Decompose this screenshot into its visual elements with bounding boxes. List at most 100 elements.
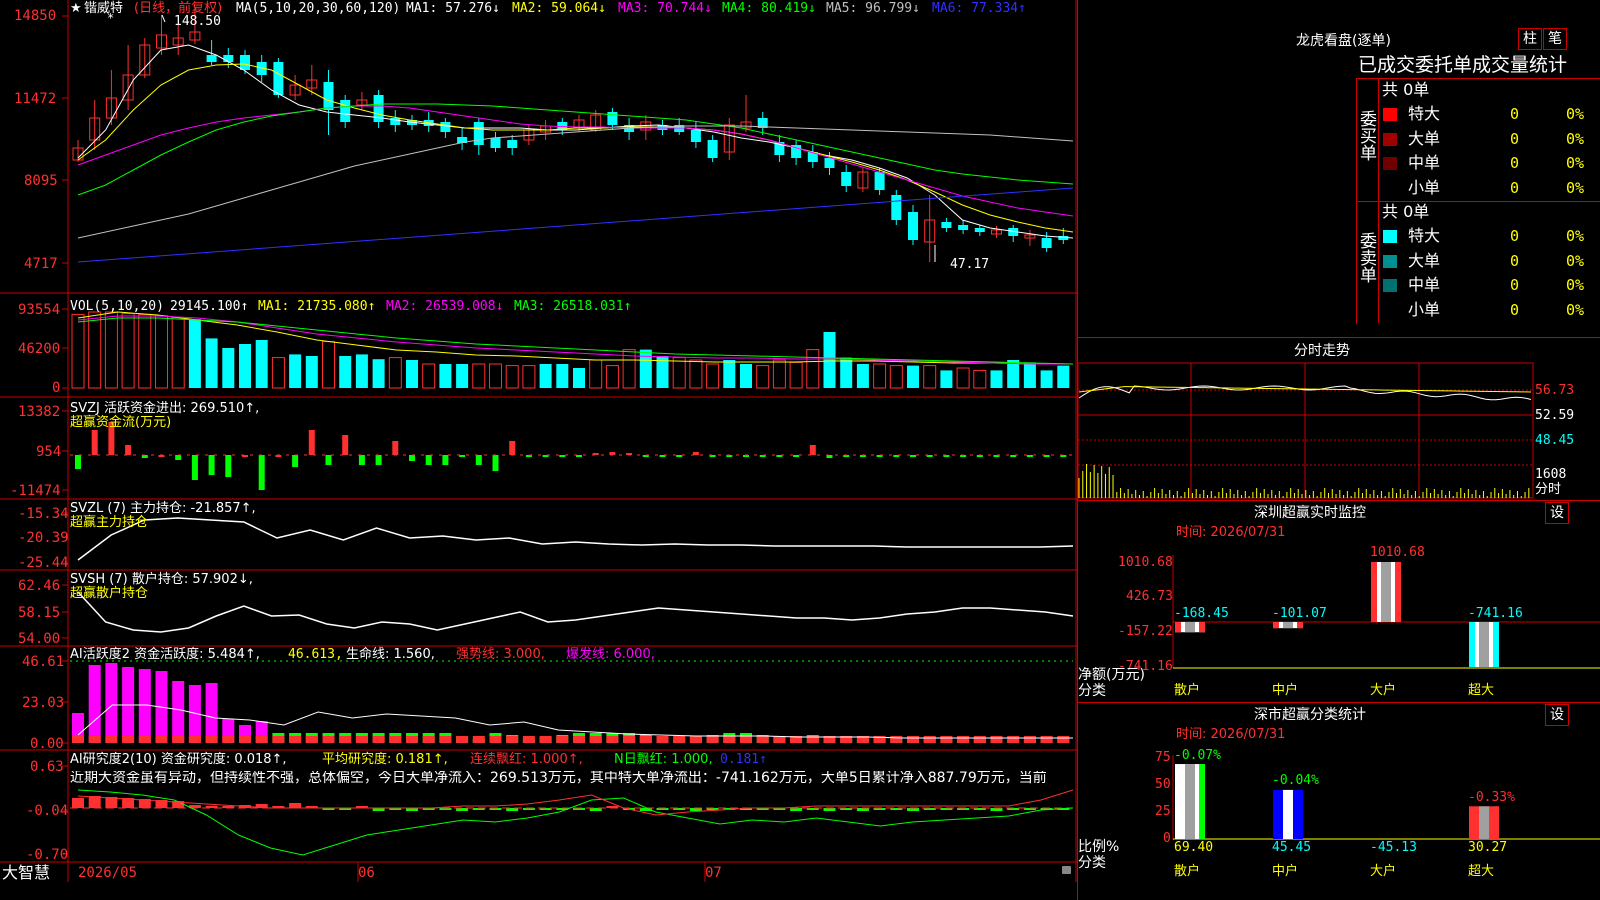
volume-bar (372, 359, 385, 388)
class-value-label: 45.45 (1272, 840, 1312, 855)
activity-bar (138, 669, 151, 743)
volume-bar (205, 338, 218, 388)
class-ylabel: 比例% (1078, 839, 1120, 855)
ma4-label: MA4: 80.419↓ (722, 1, 816, 16)
candle-body (707, 140, 718, 158)
ai1-y-tick: 0.00 (30, 736, 64, 752)
main-y-tick: 8095 (24, 173, 58, 189)
right-panel: 龙虎看盘(逐单) 柱 笔 已成交委托单成交量统计 委买单 委卖单 共 0单 特大… (1077, 0, 1600, 900)
monitor-ylabel: 净额(万元) (1078, 667, 1145, 683)
vol-y-tick: 46200 (18, 341, 61, 357)
kline-chart-svg[interactable]: * (0, 0, 1077, 882)
activity-base-bar (289, 736, 302, 743)
activity-base-bar (322, 736, 335, 743)
activity-base-bar (556, 736, 569, 743)
sell-row-name: 大单 (1408, 250, 1441, 270)
ai2-avg: 平均研究度: 0.181↑, (322, 752, 448, 767)
volume-bar (706, 363, 720, 389)
class-y-tick: 50 (1155, 777, 1171, 792)
volume-bar (138, 313, 152, 389)
activity-base-bar (138, 736, 151, 743)
class-header-line (1078, 702, 1600, 703)
monitor-settings-button[interactable]: 设 (1545, 502, 1569, 524)
candle-body (490, 138, 501, 148)
fund-flow-bar (492, 455, 499, 471)
volume-bar (239, 344, 251, 388)
ai1-title: AI活跃度2 资金活跃度: 5.484↑, (70, 647, 260, 662)
fund-flow-bar (191, 455, 198, 480)
volume-bar (271, 357, 285, 389)
research-red-line (77, 789, 1074, 816)
volume-bar (789, 361, 803, 389)
activity-base-bar (389, 736, 402, 743)
vol-value: 29145.100↑ (170, 299, 249, 314)
volume-bar (840, 357, 853, 388)
candle-body (941, 222, 952, 228)
ai2-extra: 0.181↑ (720, 752, 767, 767)
activity-base-bar (539, 736, 552, 743)
sell-row-value: 0 (1510, 227, 1520, 245)
activity-base-bar (205, 736, 218, 743)
pen-view-button[interactable]: 笔 (1543, 28, 1567, 50)
activity-base-bar (907, 736, 919, 743)
activity-base-bar (272, 736, 285, 743)
volume-bar (723, 360, 736, 388)
research-green-line (77, 789, 1074, 856)
class-category-label: 散户 (1174, 864, 1201, 879)
volume-bar (639, 349, 652, 388)
class-category-label: 超大 (1468, 864, 1495, 879)
vol-title: VOL(5,10,20) (70, 299, 164, 314)
buy-side-label: 委买单 (1356, 110, 1376, 161)
sell-row-swatch (1383, 303, 1397, 317)
fenshi-vol-tick: 1608 (1535, 467, 1567, 482)
fenshi-tick: 56.73 (1535, 383, 1575, 398)
ai2-y-tick: 0.63 (30, 759, 64, 775)
activity-base-bar (1040, 736, 1053, 743)
monitor-category-label: 散户 (1174, 683, 1201, 698)
volume-bar (873, 363, 887, 389)
volume-bar (439, 364, 452, 388)
fund-flow-bar (793, 455, 800, 457)
activity-base-bar (506, 736, 519, 743)
activity-base-bar (957, 736, 970, 743)
fenshi-tick: 52.59 (1535, 408, 1575, 423)
volume-bar (171, 317, 185, 389)
buy-total: 共 0单 (1382, 80, 1430, 99)
ai2-comment: 近期大资金虽有异动，但持续性不强，总体偏空，今日大单净流入：269.513万元，… (70, 771, 1047, 785)
activity-base-bar (88, 736, 101, 743)
volume-bar (973, 369, 987, 389)
svsh-y-tick: 54.00 (18, 631, 61, 647)
volume-bar (339, 356, 352, 388)
activity-base-bar (890, 736, 903, 743)
monitor-header-line (1078, 500, 1600, 501)
vol-y-tick: 93554 (18, 302, 61, 318)
ai1-value: 46.613, (288, 647, 343, 662)
sell-side-label: 委卖单 (1356, 232, 1376, 283)
bar-view-button[interactable]: 柱 (1518, 28, 1542, 50)
ma1-line (77, 44, 1074, 239)
fenshi-tick: 48.45 (1535, 433, 1575, 448)
lock-icon[interactable] (1062, 866, 1071, 874)
activity-base-bar (155, 736, 168, 743)
class-title: 深市超赢分类统计 (1254, 707, 1366, 723)
class-settings-button[interactable]: 设 (1545, 704, 1569, 726)
ai1-burst-line: 爆发线: 6.000, (566, 647, 655, 662)
class-change-label: -0.33% (1468, 790, 1515, 805)
volume-bar (388, 357, 402, 389)
activity-base-bar (439, 736, 452, 743)
brand-label: 大智慧 (2, 863, 51, 882)
fund-flow-bar (676, 455, 683, 457)
volume-bar (489, 363, 502, 389)
main-chart-area[interactable]: * ★ 锴威特 (日线，前复权) MA(5,10,20,30,60,120) M… (0, 0, 1077, 882)
fund-flow-bar (475, 455, 482, 465)
activity-base-bar (740, 736, 752, 743)
fund-flow-bar (358, 455, 365, 465)
volume-bar (289, 354, 302, 388)
candle-body (507, 140, 518, 148)
sell-row-pct: 0% (1566, 300, 1585, 319)
candle-body (206, 55, 217, 62)
longhu-col-divider (1378, 78, 1379, 323)
candle-body (690, 130, 701, 142)
monitor-category-label: 超大 (1468, 683, 1495, 698)
volume-bar (155, 315, 168, 389)
